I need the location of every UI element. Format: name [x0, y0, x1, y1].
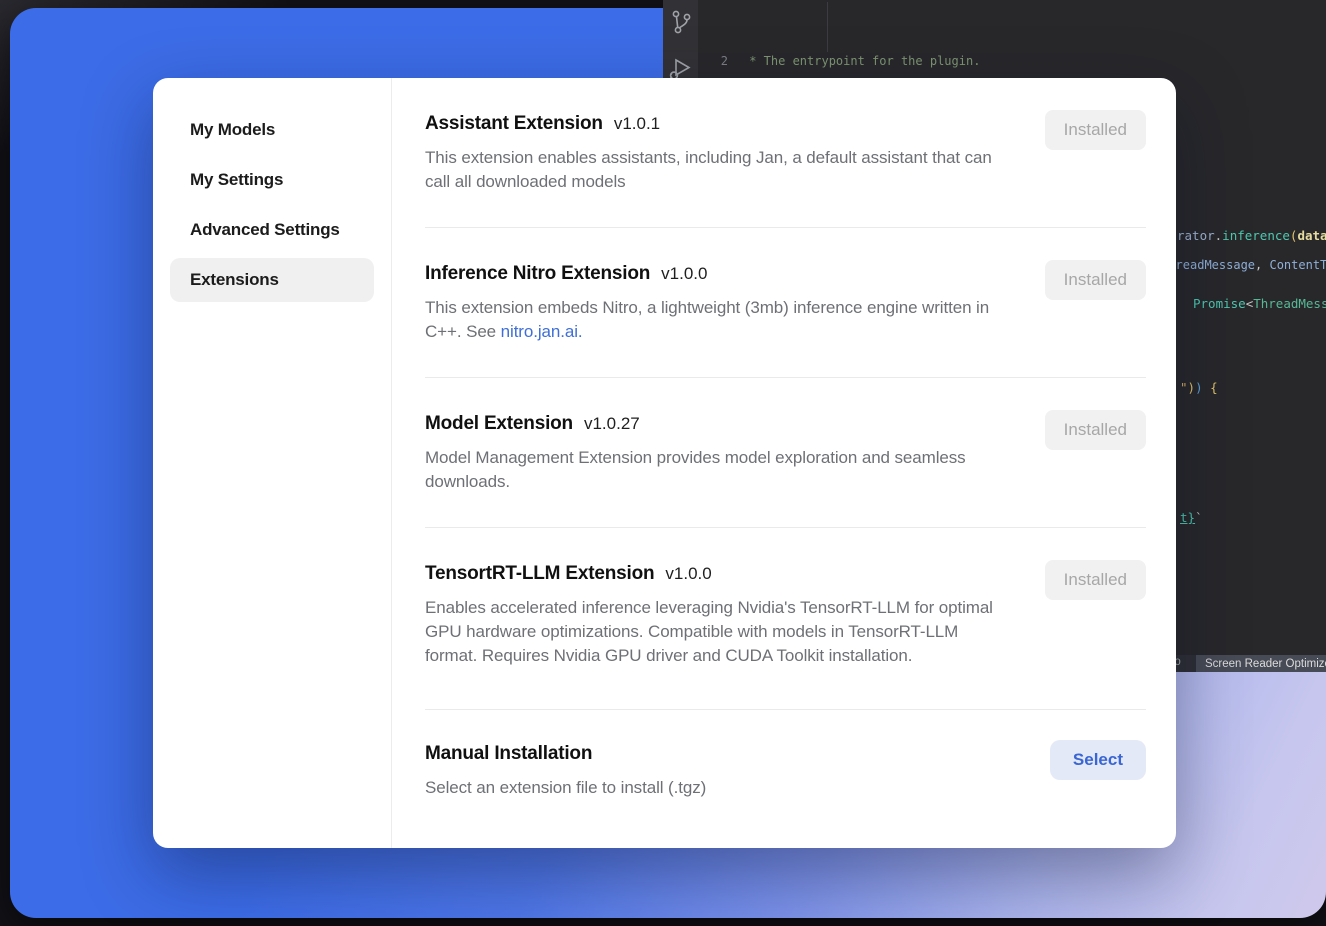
indent-guide [827, 2, 828, 52]
extension-version: v1.0.0 [665, 564, 711, 584]
manual-installation-row: Manual Installation Select an extension … [425, 710, 1146, 824]
select-file-button[interactable]: Select [1050, 740, 1146, 780]
extension-info: Inference Nitro Extension v1.0.0 This ex… [425, 260, 1003, 344]
screen-reader-optimize-status-item[interactable]: Screen Reader Optimize [1196, 655, 1326, 672]
sidebar-item-advanced-settings[interactable]: Advanced Settings [170, 208, 374, 252]
extension-name: Model Extension [425, 410, 573, 438]
extension-row-assistant: Assistant Extension v1.0.1 This extensio… [425, 78, 1146, 228]
source-control-icon[interactable] [669, 8, 694, 40]
code-fragment: Promise<ThreadMessage> [1193, 296, 1326, 311]
code-line: 2 * The entrypoint for the plugin. [698, 53, 1326, 70]
extension-info: Model Extension v1.0.27 Model Management… [425, 410, 1003, 494]
settings-sidebar: My Models My Settings Advanced Settings … [153, 78, 392, 848]
extension-name: Inference Nitro Extension [425, 260, 650, 288]
settings-modal: My Models My Settings Advanced Settings … [153, 78, 1176, 848]
manual-installation-title: Manual Installation [425, 740, 592, 768]
manual-installation-info: Manual Installation Select an extension … [425, 740, 706, 800]
sidebar-item-extensions[interactable]: Extensions [170, 258, 374, 302]
nitro-jan-ai-link[interactable]: nitro.jan.ai. [501, 322, 583, 341]
extension-row-model: Model Extension v1.0.27 Model Management… [425, 378, 1146, 528]
code-fragment: t}` [1180, 510, 1203, 525]
extension-name: TensortRT-LLM Extension [425, 560, 654, 588]
extension-description: Model Management Extension provides mode… [425, 446, 1003, 494]
installed-button[interactable]: Installed [1045, 410, 1146, 450]
extension-version: v1.0.27 [584, 414, 640, 434]
code-fragment: ")) { [1180, 380, 1218, 395]
extension-info: TensortRT-LLM Extension v1.0.0 Enables a… [425, 560, 1003, 668]
code-fragment: rator.inference(data)); [1177, 228, 1326, 243]
desktop-background: 2 * The entrypoint for the plugin. 3 */ … [0, 0, 1326, 926]
code-text: * The entrypoint for the plugin. [742, 53, 980, 70]
extension-description: Enables accelerated inference leveraging… [425, 596, 1003, 668]
extension-description: This extension enables assistants, inclu… [425, 146, 1003, 194]
extension-row-inference-nitro: Inference Nitro Extension v1.0.0 This ex… [425, 228, 1146, 378]
manual-installation-description: Select an extension file to install (.tg… [425, 776, 706, 800]
sidebar-item-my-settings[interactable]: My Settings [170, 158, 374, 202]
extension-info: Assistant Extension v1.0.1 This extensio… [425, 110, 1003, 194]
extension-version: v1.0.1 [614, 114, 660, 134]
sidebar-item-my-models[interactable]: My Models [170, 108, 374, 152]
installed-button[interactable]: Installed [1045, 110, 1146, 150]
installed-button[interactable]: Installed [1045, 260, 1146, 300]
extension-description: This extension embeds Nitro, a lightweig… [425, 296, 1003, 344]
extensions-panel: Assistant Extension v1.0.1 This extensio… [392, 78, 1176, 848]
line-number: 2 [698, 53, 742, 70]
installed-button[interactable]: Installed [1045, 560, 1146, 600]
extension-name: Assistant Extension [425, 110, 603, 138]
extension-version: v1.0.0 [661, 264, 707, 284]
extension-row-tensorrt-llm: TensortRT-LLM Extension v1.0.0 Enables a… [425, 528, 1146, 710]
